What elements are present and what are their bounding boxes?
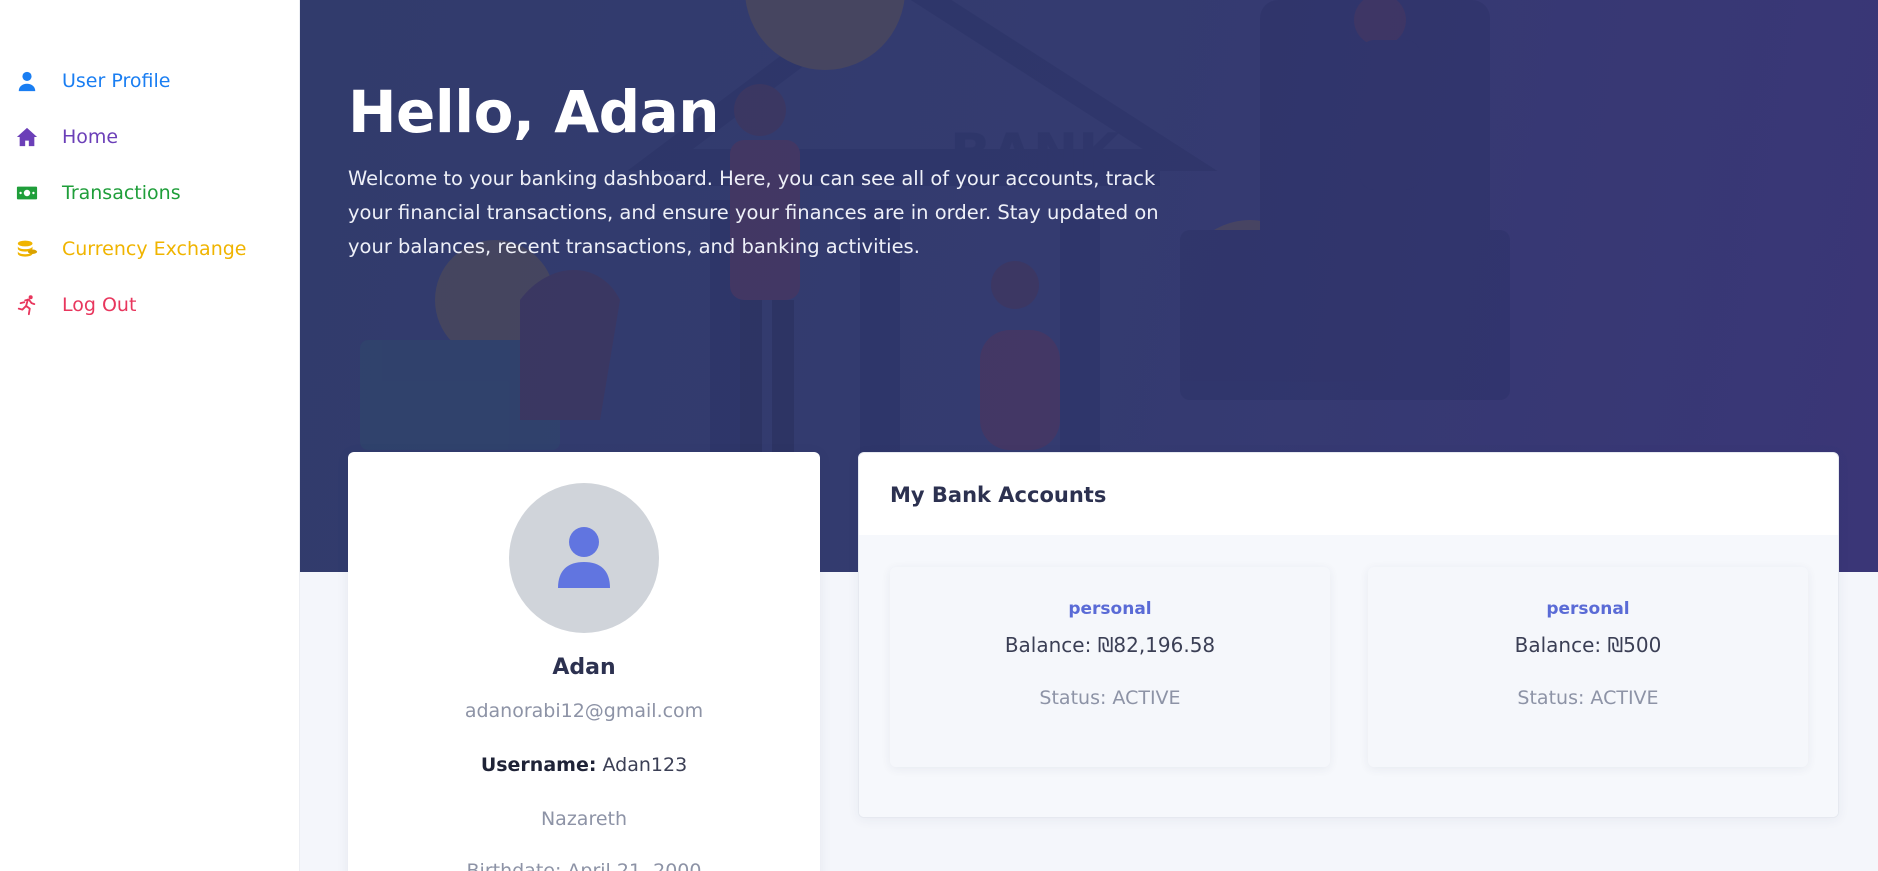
money-bill-icon [16, 182, 38, 204]
sidebar-item-label: User Profile [62, 70, 171, 92]
avatar [509, 483, 659, 633]
profile-email: adanorabi12@gmail.com [464, 700, 704, 722]
profile-username: Username: Adan123 [348, 754, 820, 776]
sidebar: User Profile Home Transactions Currency … [0, 0, 300, 871]
account-status: Status: ACTIVE [1517, 687, 1659, 709]
account-status: Status: ACTIVE [1039, 687, 1181, 709]
bank-accounts-panel: My Bank Accounts personal Balance: ₪82,1… [858, 452, 1839, 818]
username-label: Username: [480, 754, 597, 776]
username-value: Adan123 [602, 754, 688, 776]
profile-name: Adan [552, 655, 616, 680]
coins-icon [16, 238, 38, 260]
sidebar-item-label: Transactions [62, 182, 181, 204]
account-card[interactable]: personal Balance: ₪500 Status: ACTIVE [1368, 567, 1808, 767]
sidebar-item-log-out[interactable]: Log Out [0, 277, 299, 333]
account-card[interactable]: personal Balance: ₪82,196.58 Status: ACT… [890, 567, 1330, 767]
profile-card: Adan adanorabi12@gmail.com Username: Ada… [348, 452, 820, 871]
profile-birthdate: Birthdate: April 21, 2000 [466, 860, 702, 871]
welcome-description: Welcome to your banking dashboard. Here,… [348, 167, 1159, 258]
account-balance: Balance: ₪82,196.58 [1004, 633, 1216, 657]
user-icon [16, 70, 38, 92]
sidebar-item-label: Home [62, 126, 119, 148]
bank-accounts-list: personal Balance: ₪82,196.58 Status: ACT… [859, 535, 1838, 817]
user-avatar-icon [558, 527, 610, 588]
sidebar-item-home[interactable]: Home [0, 109, 299, 165]
sidebar-item-label: Log Out [62, 294, 137, 316]
greeting-title: Hello, Adan [348, 78, 720, 146]
home-icon [16, 126, 38, 148]
bank-accounts-title: My Bank Accounts [890, 483, 1107, 507]
account-type: personal [1546, 599, 1630, 619]
account-type: personal [1068, 599, 1152, 619]
account-balance: Balance: ₪500 [1514, 633, 1662, 657]
sidebar-item-transactions[interactable]: Transactions [0, 165, 299, 221]
sidebar-item-currency-exchange[interactable]: Currency Exchange [0, 221, 299, 277]
profile-city: Nazareth [540, 808, 628, 830]
sidebar-item-user-profile[interactable]: User Profile [0, 53, 299, 109]
running-icon [16, 294, 38, 316]
sidebar-item-label: Currency Exchange [62, 238, 247, 260]
